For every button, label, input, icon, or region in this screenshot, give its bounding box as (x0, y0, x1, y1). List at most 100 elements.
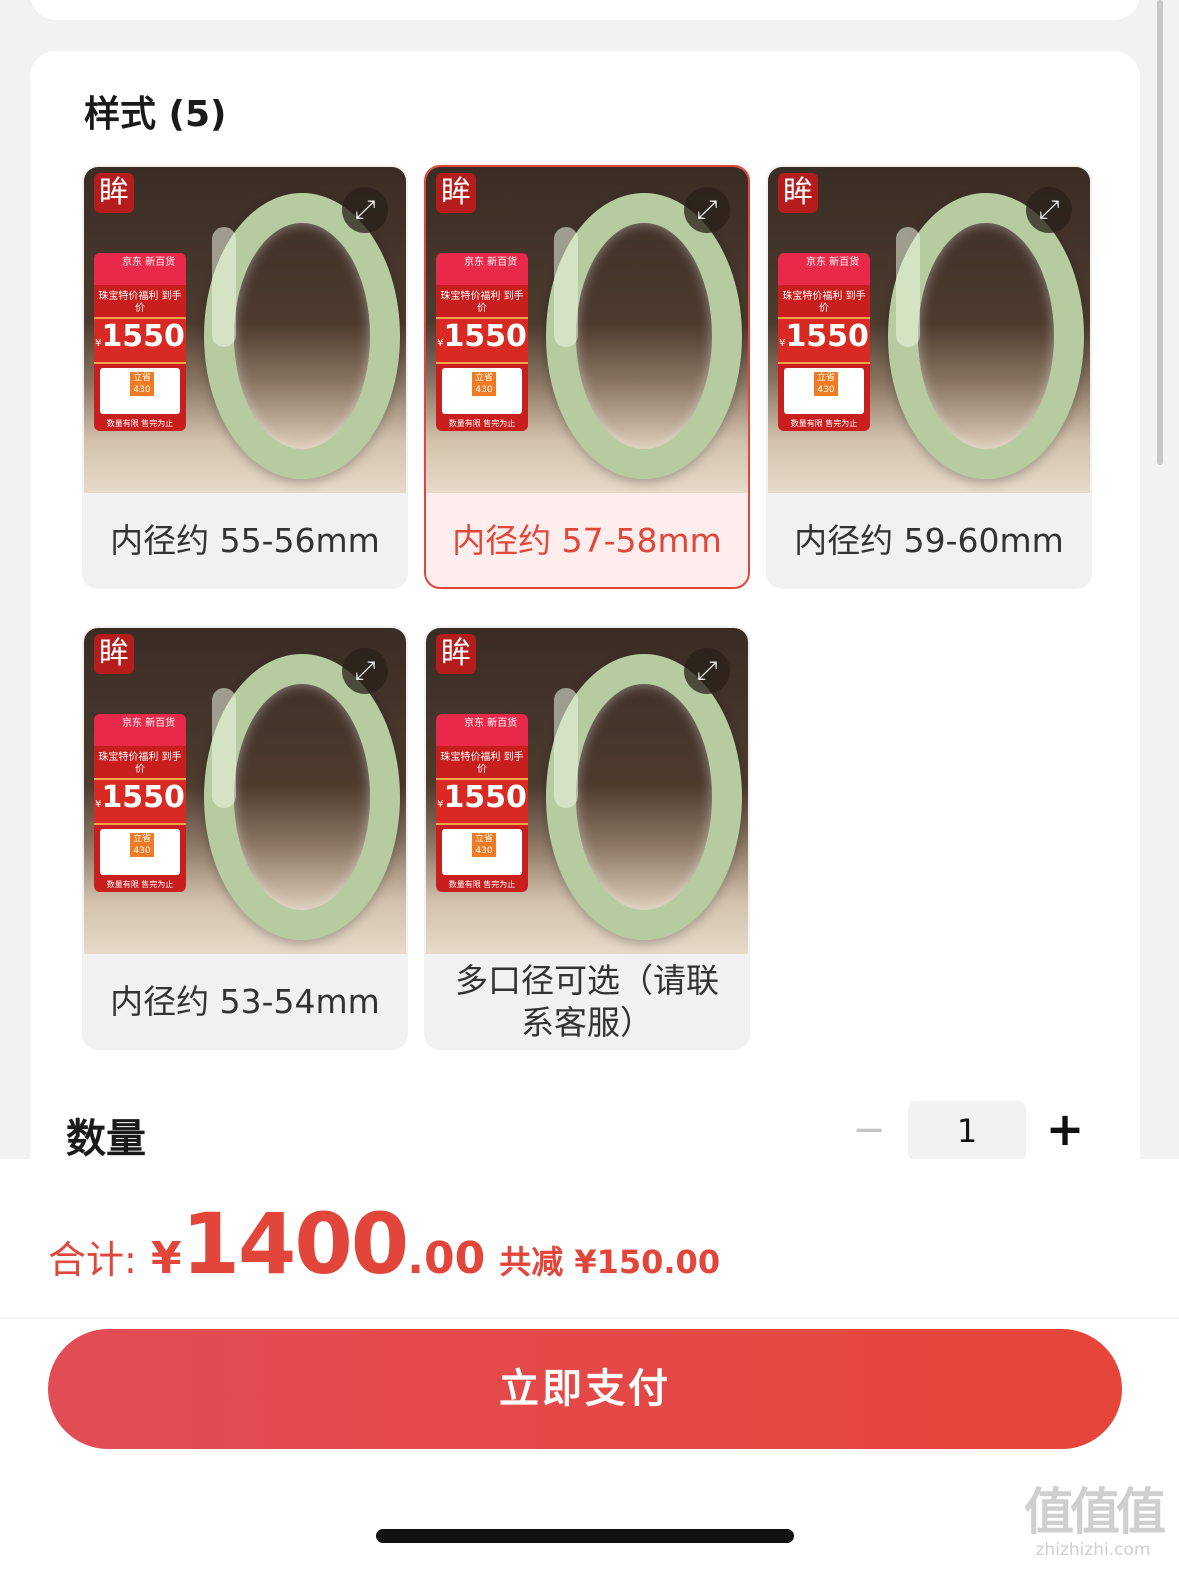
promo-price-value: 1550 (443, 780, 527, 815)
product-thumbnail: 眸 ⤢ 京东 新百货 珠宝特价福利 到手价 ¥1550 立省 430 数量有限 售… (426, 167, 748, 493)
checkout-bar: 合计: ¥ 1400 .00 共减 ¥150.00 立即支付 值值值 zhizh… (0, 1159, 1179, 1581)
total-discount: 共减 ¥150.00 (499, 1243, 721, 1281)
promo-coupon-value: 430 (133, 846, 151, 856)
expand-icon[interactable]: ⤢ (342, 187, 388, 233)
promo-body: 珠宝特价福利 到手价 ¥1550 立省 430 数量有限 售完为止 (94, 746, 186, 892)
style-option-label: 内径约 59-60mm (794, 521, 1064, 560)
promo-store: 京东 新百货 (436, 714, 528, 746)
promo-sticker: 京东 新百货 珠宝特价福利 到手价 ¥1550 立省 430 数量有限 售完为止 (94, 714, 186, 892)
promo-coupon-value: 430 (817, 385, 835, 395)
product-thumbnail: 眸 ⤢ 京东 新百货 珠宝特价福利 到手价 ¥1550 立省 430 数量有限 售… (84, 628, 406, 954)
promo-coupon-value: 430 (133, 385, 151, 395)
style-option-3[interactable]: 眸 ⤢ 京东 新百货 珠宝特价福利 到手价 ¥1550 立省 430 数量有限 售… (766, 165, 1092, 589)
brand-badge: 眸 (94, 634, 134, 674)
style-option-2[interactable]: 眸 ⤢ 京东 新百货 珠宝特价福利 到手价 ¥1550 立省 430 数量有限 售… (424, 165, 750, 589)
bangle-highlight (554, 688, 578, 808)
total-label: 合计: (48, 1238, 137, 1282)
promo-coupon-area: 立省 430 (442, 829, 522, 875)
promo-sticker: 京东 新百货 珠宝特价福利 到手价 ¥1550 立省 430 数量有限 售完为止 (778, 253, 870, 431)
brand-badge: 眸 (436, 634, 476, 674)
divider (0, 1317, 1179, 1319)
promo-coupon-label: 立省 (132, 834, 151, 844)
home-indicator[interactable] (376, 1529, 794, 1543)
promo-coupon-area: 立省 430 (100, 829, 180, 875)
style-option-1[interactable]: 眸 ⤢ 京东 新百货 珠宝特价福利 到手价 ¥1550 立省 430 数量有限 售… (82, 165, 408, 589)
style-option-4[interactable]: 眸 ⤢ 京东 新百货 珠宝特价福利 到手价 ¥1550 立省 430 数量有限 售… (82, 626, 408, 1050)
quantity-label: 数量 (66, 1116, 146, 1162)
promo-sticker: 京东 新百货 珠宝特价福利 到手价 ¥1550 立省 430 数量有限 售完为止 (436, 253, 528, 431)
bangle-highlight (896, 227, 920, 347)
brand-badge: 眸 (778, 173, 818, 213)
promo-headline: 珠宝特价福利 到手价 (98, 291, 182, 314)
promo-footer: 数量有限 售完为止 (448, 419, 516, 428)
bangle-highlight (212, 688, 236, 808)
quantity-input[interactable]: 1 (908, 1101, 1026, 1161)
promo-price: ¥1550 (94, 317, 186, 364)
bangle-highlight (212, 227, 236, 347)
promo-price: ¥1550 (778, 317, 870, 364)
brand-badge: 眸 (94, 173, 134, 213)
watermark-domain: zhizhizhi.com (1035, 1540, 1151, 1560)
total-currency: ¥ (150, 1233, 182, 1284)
style-option-5[interactable]: 眸 ⤢ 京东 新百货 珠宝特价福利 到手价 ¥1550 立省 430 数量有限 售… (424, 626, 750, 1050)
promo-store: 京东 新百货 (778, 253, 870, 285)
promo-store: 京东 新百货 (94, 714, 186, 746)
promo-coupon-label: 立省 (816, 373, 835, 383)
promo-body: 珠宝特价福利 到手价 ¥1550 立省 430 数量有限 售完为止 (94, 285, 186, 431)
promo-footer: 数量有限 售完为止 (448, 880, 516, 889)
quantity-plus-button[interactable]: + (1044, 1106, 1086, 1152)
promo-headline: 珠宝特价福利 到手价 (98, 752, 182, 775)
product-thumbnail: 眸 ⤢ 京东 新百货 珠宝特价福利 到手价 ¥1550 立省 430 数量有限 售… (768, 167, 1090, 493)
expand-icon[interactable]: ⤢ (684, 648, 730, 694)
promo-headline: 珠宝特价福利 到手价 (782, 291, 866, 314)
total-price: 合计: ¥ 1400 .00 共减 ¥150.00 (48, 1195, 720, 1293)
watermark-logo: 值值值 (1024, 1483, 1166, 1541)
promo-coupon-area: 立省 430 (442, 368, 522, 414)
promo-price: ¥1550 (436, 778, 528, 825)
brand-badge: 眸 (436, 173, 476, 213)
total-decimal: .00 (407, 1233, 486, 1284)
promo-body: 珠宝特价福利 到手价 ¥1550 立省 430 数量有限 售完为止 (778, 285, 870, 431)
expand-icon[interactable]: ⤢ (684, 187, 730, 233)
promo-coupon: 立省 430 (130, 833, 154, 857)
style-option-label: 内径约 55-56mm (110, 521, 380, 560)
style-option-label: 内径约 57-58mm (452, 521, 722, 560)
promo-coupon-area: 立省 430 (784, 368, 864, 414)
bangle-highlight (554, 227, 578, 347)
promo-store: 京东 新百货 (94, 253, 186, 285)
promo-price-value: 1550 (101, 319, 185, 354)
promo-headline: 珠宝特价福利 到手价 (440, 752, 524, 775)
promo-coupon-label: 立省 (474, 834, 493, 844)
promo-coupon-label: 立省 (474, 373, 493, 383)
promo-coupon: 立省 430 (814, 372, 838, 396)
promo-coupon-value: 430 (475, 385, 493, 395)
product-thumbnail: 眸 ⤢ 京东 新百货 珠宝特价福利 到手价 ¥1550 立省 430 数量有限 售… (84, 167, 406, 493)
promo-body: 珠宝特价福利 到手价 ¥1550 立省 430 数量有限 售完为止 (436, 285, 528, 431)
promo-coupon-label: 立省 (132, 373, 151, 383)
style-option-label: 内径约 53-54mm (110, 982, 380, 1021)
pay-now-button[interactable]: 立即支付 (48, 1329, 1122, 1449)
promo-coupon-value: 430 (475, 846, 493, 856)
promo-price-value: 1550 (101, 780, 185, 815)
promo-coupon: 立省 430 (472, 372, 496, 396)
promo-coupon: 立省 430 (130, 372, 154, 396)
scrollbar[interactable] (1157, 0, 1163, 465)
promo-price: ¥1550 (94, 778, 186, 825)
promo-headline: 珠宝特价福利 到手价 (440, 291, 524, 314)
product-thumbnail: 眸 ⤢ 京东 新百货 珠宝特价福利 到手价 ¥1550 立省 430 数量有限 售… (426, 628, 748, 954)
watermark: 值值值 zhizhizhi.com (1018, 1484, 1168, 1560)
promo-store: 京东 新百货 (436, 253, 528, 285)
promo-sticker: 京东 新百货 珠宝特价福利 到手价 ¥1550 立省 430 数量有限 售完为止 (436, 714, 528, 892)
promo-coupon-area: 立省 430 (100, 368, 180, 414)
style-option-label: 多口径可选（请联系客服） (455, 961, 719, 1042)
quantity-minus-button[interactable]: − (852, 1110, 886, 1152)
expand-icon[interactable]: ⤢ (1026, 187, 1072, 233)
previous-card (30, 0, 1140, 20)
expand-icon[interactable]: ⤢ (342, 648, 388, 694)
promo-footer: 数量有限 售完为止 (106, 880, 174, 889)
sku-card: 样式 (5) 眸 ⤢ 京东 新百货 珠宝特价福利 到手价 ¥1550 立省 430… (30, 51, 1140, 1191)
promo-price: ¥1550 (436, 317, 528, 364)
promo-price-value: 1550 (785, 319, 869, 354)
total-integer: 1400 (181, 1195, 409, 1293)
promo-footer: 数量有限 售完为止 (106, 419, 174, 428)
